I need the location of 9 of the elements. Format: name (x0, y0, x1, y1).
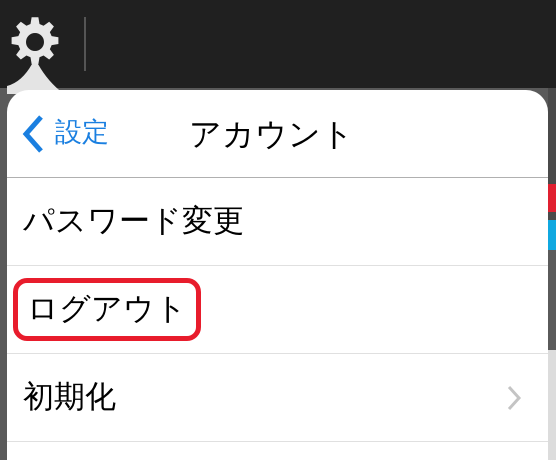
menu-item-label: ログアウト (13, 278, 201, 341)
menu-item[interactable]: ログアウト (7, 266, 548, 354)
back-button[interactable]: 設定 (7, 113, 109, 154)
menu-item[interactable]: パスワード変更 (7, 178, 548, 266)
menu-item-label: パスワード変更 (23, 202, 244, 242)
chevron-left-icon (21, 114, 45, 154)
popover-title: アカウント (189, 114, 354, 154)
menu-item-label: 初期化 (23, 378, 116, 418)
menu-item[interactable]: 初期化 (7, 354, 548, 442)
